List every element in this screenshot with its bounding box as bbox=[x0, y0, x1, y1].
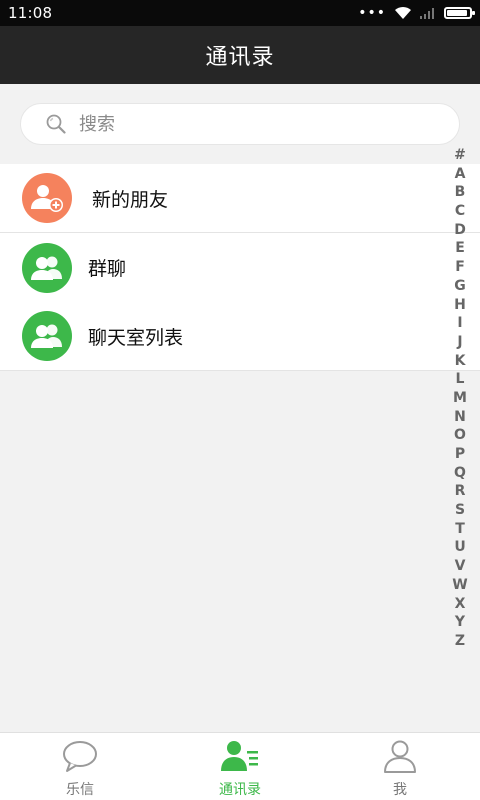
tab-messages[interactable]: 乐信 bbox=[0, 733, 160, 800]
alpha-index-letter[interactable]: # bbox=[454, 146, 466, 165]
status-icons: ••• bbox=[358, 5, 475, 21]
group-icon bbox=[31, 256, 62, 280]
signal-icon bbox=[420, 8, 434, 19]
more-dots-icon: ••• bbox=[358, 5, 386, 21]
alpha-index-letter[interactable]: T bbox=[455, 520, 465, 539]
alpha-index-letter[interactable]: B bbox=[455, 183, 466, 202]
alpha-index-letter[interactable]: M bbox=[453, 389, 467, 408]
page-title: 通讯录 bbox=[205, 45, 275, 70]
alpha-index-letter[interactable]: D bbox=[454, 221, 466, 240]
alpha-index-letter[interactable]: W bbox=[452, 576, 467, 595]
tab-contacts[interactable]: 通讯录 bbox=[160, 733, 320, 800]
tab-me[interactable]: 我 bbox=[320, 733, 480, 800]
alpha-index-letter[interactable]: Q bbox=[454, 464, 466, 483]
alpha-index-letter[interactable]: H bbox=[454, 296, 466, 315]
list-item-label: 聊天室列表 bbox=[88, 326, 184, 349]
avatar bbox=[22, 242, 72, 293]
alpha-index-letter[interactable]: I bbox=[457, 314, 462, 333]
tab-label: 乐信 bbox=[66, 782, 94, 798]
tab-label: 我 bbox=[393, 782, 407, 798]
alpha-index-letter[interactable]: O bbox=[454, 426, 466, 445]
alpha-index-letter[interactable]: F bbox=[455, 258, 465, 277]
alpha-index-letter[interactable]: L bbox=[456, 370, 465, 389]
status-bar: 11:08 ••• bbox=[0, 0, 480, 26]
search-input[interactable] bbox=[79, 113, 419, 135]
alpha-index-letter[interactable]: R bbox=[455, 482, 466, 501]
alpha-index-letter[interactable]: G bbox=[454, 277, 466, 296]
list-item-new-friends[interactable]: 新的朋友 bbox=[0, 164, 480, 233]
contacts-icon bbox=[221, 741, 258, 771]
avatar bbox=[22, 311, 72, 361]
alpha-index-letter[interactable]: K bbox=[455, 352, 466, 371]
alpha-index-letter[interactable]: J bbox=[457, 333, 462, 352]
alphabet-index[interactable]: # A B C D E F G H I J K L M N O P Q R S … bbox=[450, 146, 470, 651]
alpha-index-letter[interactable]: U bbox=[454, 538, 465, 557]
search-icon bbox=[46, 114, 66, 134]
tab-label: 通讯录 bbox=[219, 782, 261, 798]
alpha-index-letter[interactable]: Y bbox=[455, 613, 465, 632]
contact-menu-list: 新的朋友 群聊 聊天室列表 bbox=[0, 164, 480, 371]
list-item-label: 新的朋友 bbox=[92, 188, 169, 211]
search-bar[interactable] bbox=[20, 103, 460, 145]
list-item-chatroom-list[interactable]: 聊天室列表 bbox=[0, 302, 480, 371]
list-item-group-chat[interactable]: 群聊 bbox=[0, 233, 480, 302]
alpha-index-letter[interactable]: Z bbox=[455, 632, 465, 651]
alpha-index-letter[interactable]: P bbox=[455, 445, 465, 464]
wifi-icon bbox=[395, 6, 411, 19]
status-time: 11:08 bbox=[8, 4, 53, 22]
alpha-index-letter[interactable]: X bbox=[455, 595, 466, 614]
battery-icon bbox=[444, 7, 475, 19]
alpha-index-letter[interactable]: N bbox=[454, 408, 466, 427]
app-header: 通讯录 bbox=[0, 26, 480, 84]
alpha-index-letter[interactable]: E bbox=[455, 239, 465, 258]
alpha-index-letter[interactable]: S bbox=[455, 501, 465, 520]
alpha-index-letter[interactable]: A bbox=[455, 165, 466, 184]
alpha-index-letter[interactable]: V bbox=[455, 557, 466, 576]
alpha-index-letter[interactable]: C bbox=[455, 202, 465, 221]
group-icon bbox=[31, 324, 62, 348]
add-user-icon bbox=[31, 185, 63, 212]
list-item-label: 群聊 bbox=[88, 258, 127, 280]
person-icon bbox=[384, 740, 416, 773]
avatar bbox=[22, 173, 72, 223]
bottom-nav: 乐信 通讯录 我 bbox=[0, 732, 480, 800]
chat-bubble-icon bbox=[63, 741, 97, 772]
